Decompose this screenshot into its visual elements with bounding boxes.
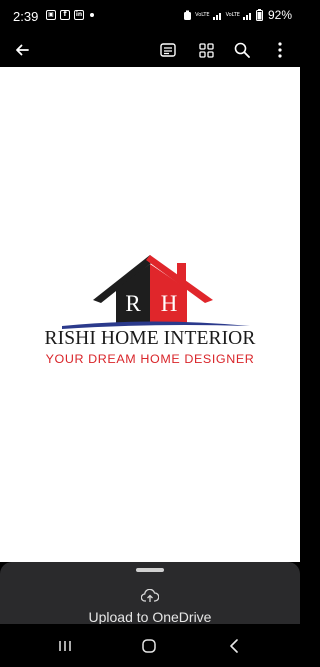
bottom-sheet: Upload to OneDrive (0, 562, 300, 625)
back-icon (230, 639, 238, 653)
sheet-drag-handle[interactable] (136, 568, 164, 572)
text-view-button[interactable] (156, 38, 180, 62)
alarm-icon (184, 10, 192, 20)
back-arrow-button[interactable] (10, 38, 34, 62)
logo-initial-r: R (125, 291, 141, 316)
battery-percent: 92% (267, 8, 292, 22)
recents-icon (59, 641, 71, 651)
brand-name: RISHI HOME INTERIOR (44, 328, 256, 349)
recents-button[interactable] (55, 636, 75, 656)
text-view-icon (160, 43, 176, 57)
grid-view-button[interactable] (194, 38, 218, 62)
company-logo: R H (62, 255, 250, 329)
signal-1-icon (212, 12, 221, 20)
signal-2-icon (242, 12, 251, 20)
grid-view-icon (198, 42, 214, 58)
image-viewer[interactable]: R H RISHI HOME INTERIOR YOUR DREAM HOME … (0, 67, 300, 562)
logo-initial-h: H (161, 291, 178, 316)
notification-icons: ▣ f in (46, 10, 94, 20)
linkedin-icon: in (74, 10, 84, 20)
nav-back-button[interactable] (224, 636, 244, 656)
signal-label-1: VoLTE (195, 11, 210, 18)
search-button[interactable] (230, 38, 254, 62)
system-status: VoLTE VoLTE 92% (183, 8, 292, 22)
system-nav-bar (0, 624, 300, 667)
home-icon (142, 639, 156, 653)
more-options-button[interactable] (268, 38, 292, 62)
status-bar: 2:39 ▣ f in VoLTE VoLTE 92% (0, 0, 300, 34)
back-arrow-icon (16, 44, 29, 56)
signal-label-2: VoLTE (225, 11, 240, 18)
brand-tagline: YOUR DREAM HOME DESIGNER (45, 352, 255, 366)
photo-icon: ▣ (46, 10, 56, 20)
facebook-icon: f (60, 10, 70, 20)
battery-icon (255, 9, 263, 21)
more-options-icon (278, 42, 282, 58)
app-toolbar (0, 34, 300, 66)
search-icon (234, 42, 250, 58)
upload-to-onedrive-button[interactable]: Upload to OneDrive (0, 609, 300, 625)
status-time: 2:39 (13, 9, 39, 24)
logo-chimney (177, 263, 186, 281)
more-notifications-dot-icon (90, 13, 94, 17)
home-button[interactable] (139, 636, 159, 656)
cloud-upload-icon[interactable] (141, 589, 159, 603)
